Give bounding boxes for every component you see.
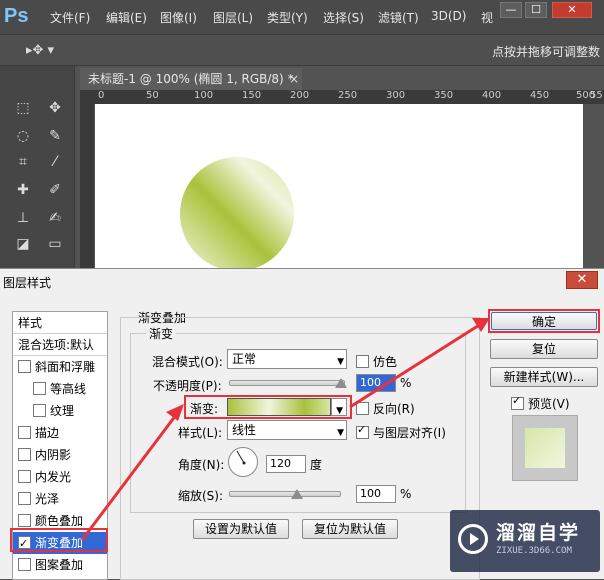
selected-style-highlight-box xyxy=(10,528,108,552)
watermark-url: ZIXUE.3D66.COM xyxy=(496,546,572,556)
watermark: 溜溜自学 ZIXUE.3D66.COM xyxy=(450,510,600,572)
play-logo-icon xyxy=(458,524,488,554)
watermark-title: 溜溜自学 xyxy=(496,522,581,544)
annotation-arrows xyxy=(80,318,490,541)
